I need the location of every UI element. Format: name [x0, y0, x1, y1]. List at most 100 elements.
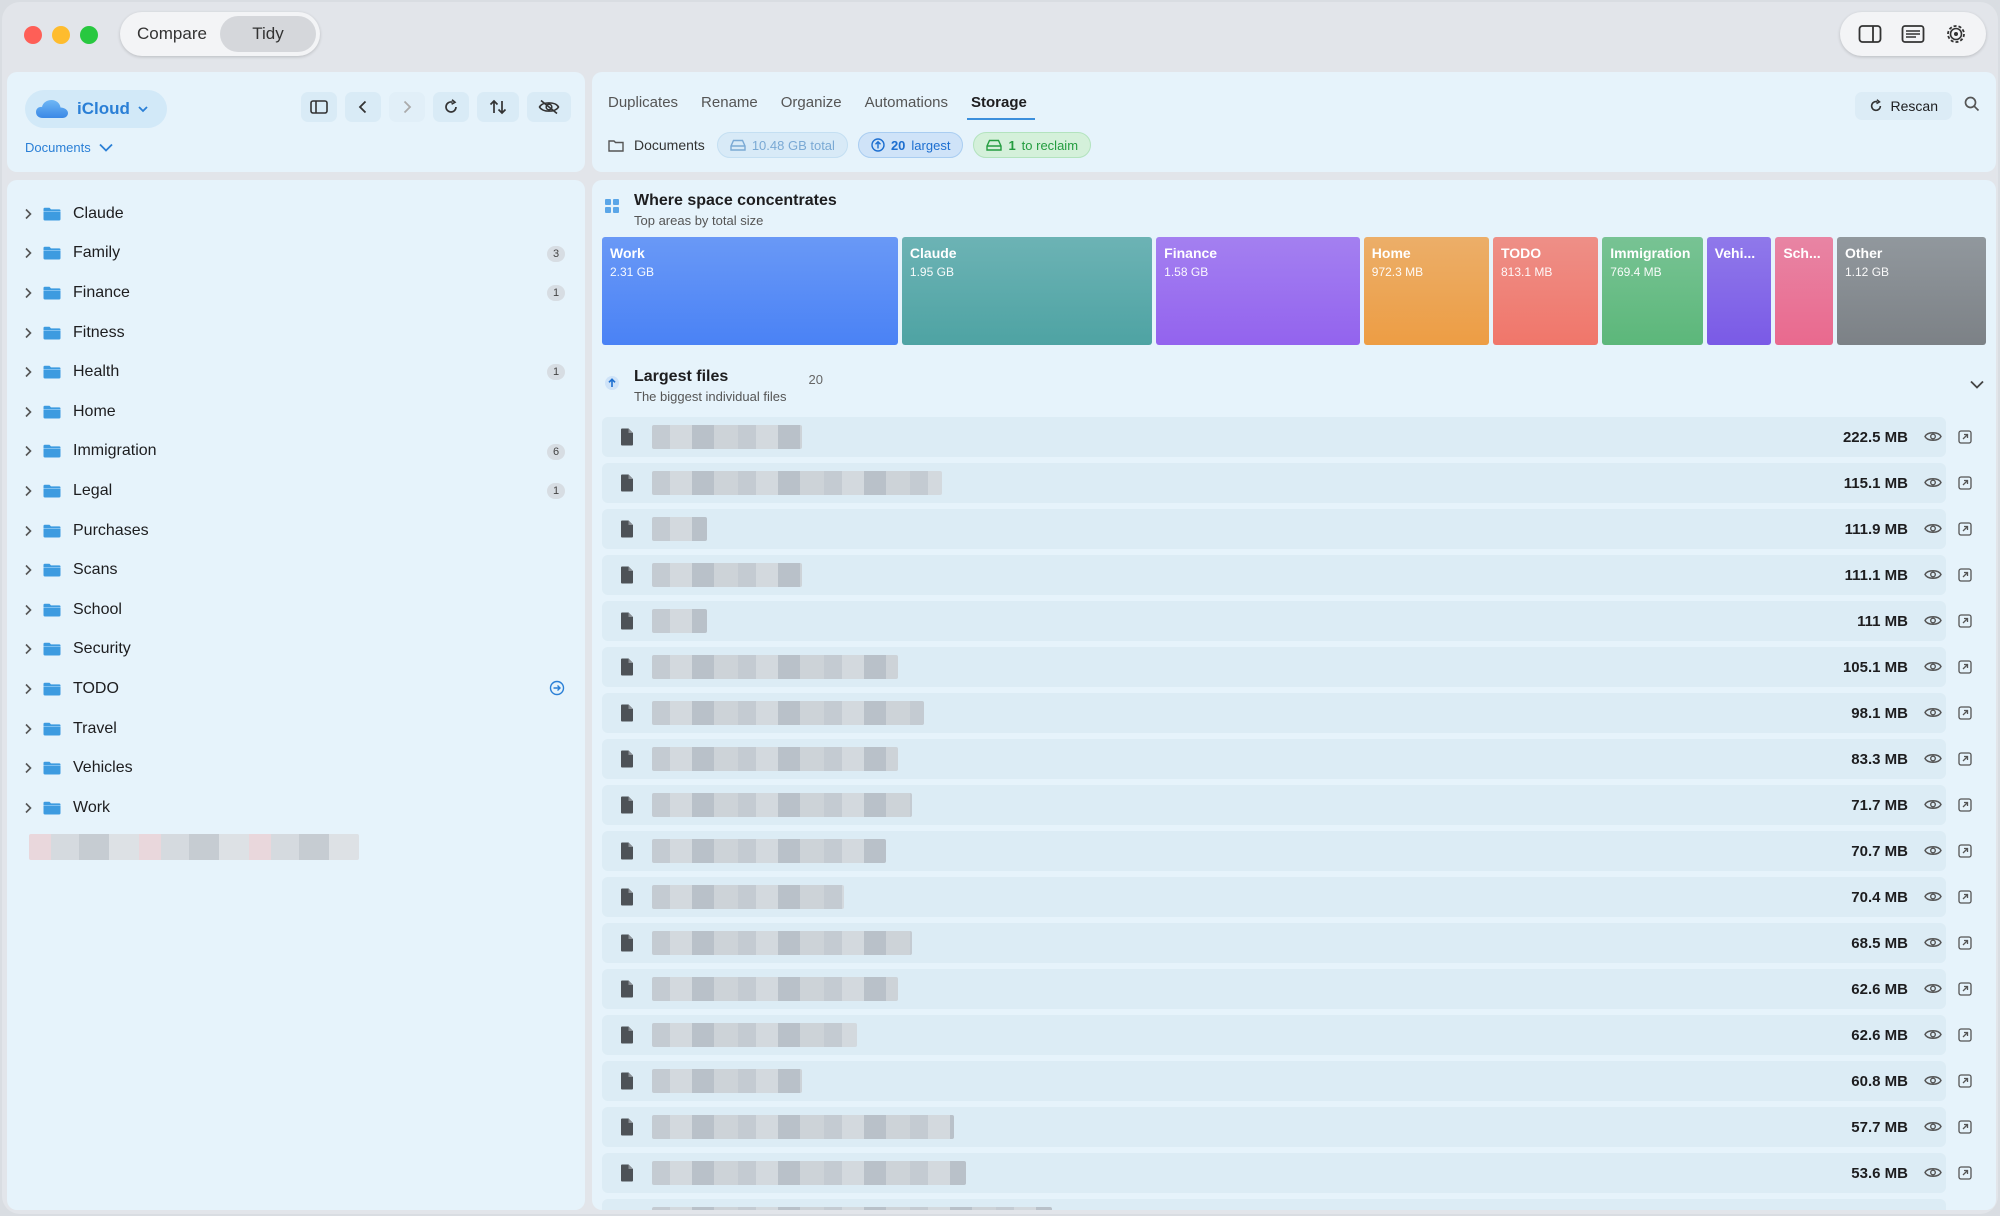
file-row[interactable]: 53.6 MB — [602, 1150, 1986, 1196]
reclaim-chip[interactable]: 1 to reclaim — [973, 132, 1092, 158]
reveal-in-finder-icon[interactable] — [1958, 1074, 1972, 1093]
chevron-right-icon[interactable] — [21, 445, 35, 457]
tidy-mode-button[interactable]: Tidy — [220, 16, 316, 52]
file-row[interactable]: 115.1 MB — [602, 460, 1986, 506]
file-row[interactable]: 222.5 MB — [602, 414, 1986, 460]
chevron-right-icon[interactable] — [21, 366, 35, 378]
reveal-in-finder-icon[interactable] — [1958, 844, 1972, 863]
file-row[interactable]: 98.1 MB — [602, 690, 1986, 736]
preview-eye-icon[interactable] — [1924, 1166, 1942, 1184]
refresh-button[interactable] — [433, 92, 469, 122]
forward-button[interactable] — [389, 92, 425, 122]
tab-organize[interactable]: Organize — [781, 94, 842, 111]
source-selector[interactable]: iCloud — [25, 90, 167, 128]
sort-button[interactable] — [477, 92, 519, 122]
total-size-chip[interactable]: 10.48 GB total — [716, 132, 848, 158]
chevron-right-icon[interactable] — [21, 485, 35, 497]
folder-row[interactable]: Legal 1 — [21, 471, 571, 511]
reveal-in-finder-icon[interactable] — [1958, 798, 1972, 817]
preview-eye-icon[interactable] — [1924, 798, 1942, 816]
reveal-in-finder-icon[interactable] — [1958, 982, 1972, 1001]
tab-automations[interactable]: Automations — [865, 94, 948, 111]
preview-eye-icon[interactable] — [1924, 890, 1942, 908]
treemap-tile[interactable]: Immigration 769.4 MB — [1602, 237, 1703, 345]
folder-row[interactable]: Travel — [21, 709, 571, 749]
file-row[interactable]: 62.6 MB — [602, 1012, 1986, 1058]
file-row[interactable]: 105.1 MB — [602, 644, 1986, 690]
preview-eye-icon[interactable] — [1924, 1074, 1942, 1092]
treemap-tile[interactable]: TODO 813.1 MB — [1492, 237, 1599, 345]
reveal-in-finder-icon[interactable] — [1958, 706, 1972, 725]
folder-row[interactable]: Family 3 — [21, 234, 571, 274]
folder-row[interactable]: Health 1 — [21, 352, 571, 392]
chevron-right-icon[interactable] — [21, 406, 35, 418]
folder-row[interactable]: Claude — [21, 194, 571, 234]
chevron-right-icon[interactable] — [21, 327, 35, 339]
preview-eye-icon[interactable] — [1924, 706, 1942, 724]
treemap-tile[interactable]: Vehi... — [1706, 237, 1772, 345]
tab-storage[interactable]: Storage — [967, 94, 1035, 120]
chevron-right-icon[interactable] — [21, 287, 35, 299]
collapse-section-button[interactable] — [1970, 376, 1984, 394]
treemap-tile[interactable]: Finance 1.58 GB — [1156, 237, 1360, 345]
file-row[interactable]: 83.3 MB — [602, 736, 1986, 782]
reveal-in-finder-icon[interactable] — [1958, 522, 1972, 541]
reveal-in-finder-icon[interactable] — [1958, 1120, 1972, 1139]
folder-row[interactable]: Immigration 6 — [21, 432, 571, 472]
folder-row[interactable]: Scans — [21, 550, 571, 590]
file-row[interactable]: 111.1 MB — [602, 552, 1986, 598]
folder-row[interactable]: Work — [21, 788, 571, 828]
preview-eye-icon[interactable] — [1924, 936, 1942, 954]
folder-row[interactable]: Security — [21, 630, 571, 670]
chevron-right-icon[interactable] — [21, 525, 35, 537]
reveal-in-finder-icon[interactable] — [1958, 568, 1972, 587]
file-row[interactable]: 57.7 MB — [602, 1104, 1986, 1150]
folder-row[interactable]: Purchases — [21, 511, 571, 551]
preview-eye-icon[interactable] — [1924, 476, 1942, 494]
tab-duplicates[interactable]: Duplicates — [608, 94, 678, 111]
chevron-right-icon[interactable] — [21, 683, 35, 695]
chevron-right-icon[interactable] — [21, 643, 35, 655]
toggle-sidebar-button[interactable] — [301, 92, 337, 122]
reveal-in-finder-icon[interactable] — [1958, 1028, 1972, 1047]
treemap-tile[interactable]: Claude 1.95 GB — [901, 237, 1153, 345]
file-row[interactable]: 111 MB — [602, 598, 1986, 644]
back-button[interactable] — [345, 92, 381, 122]
preview-eye-icon[interactable] — [1924, 844, 1942, 862]
folder-row[interactable]: Fitness — [21, 313, 571, 353]
compare-mode-button[interactable]: Compare — [124, 16, 220, 52]
preview-eye-icon[interactable] — [1924, 430, 1942, 448]
arrow-right-circle-icon[interactable] — [549, 680, 565, 701]
file-row[interactable]: 71.7 MB — [602, 782, 1986, 828]
chevron-right-icon[interactable] — [21, 802, 35, 814]
chevron-right-icon[interactable] — [21, 604, 35, 616]
chevron-right-icon[interactable] — [21, 564, 35, 576]
visibility-toggle-button[interactable] — [527, 92, 571, 122]
preview-eye-icon[interactable] — [1924, 522, 1942, 540]
file-row[interactable]: 70.4 MB — [602, 874, 1986, 920]
zoom-window-button[interactable] — [80, 26, 98, 44]
file-row[interactable] — [602, 1196, 1986, 1210]
preview-eye-icon[interactable] — [1924, 660, 1942, 678]
chevron-right-icon[interactable] — [21, 208, 35, 220]
reveal-in-finder-icon[interactable] — [1958, 1166, 1972, 1185]
reveal-in-finder-icon[interactable] — [1958, 890, 1972, 909]
reveal-in-finder-icon[interactable] — [1958, 936, 1972, 955]
inspector-list-icon[interactable] — [1899, 20, 1927, 48]
preview-eye-icon[interactable] — [1924, 752, 1942, 770]
sidebar-toggle-icon[interactable] — [1856, 20, 1884, 48]
reveal-in-finder-icon[interactable] — [1958, 476, 1972, 495]
preview-eye-icon[interactable] — [1924, 1120, 1942, 1138]
largest-files-chip[interactable]: 20 largest — [857, 132, 964, 158]
search-button[interactable] — [1964, 96, 1980, 117]
preview-eye-icon[interactable] — [1924, 614, 1942, 632]
folder-row[interactable]: TODO — [21, 669, 571, 709]
chevron-right-icon[interactable] — [21, 247, 35, 259]
rescan-button[interactable]: Rescan — [1854, 92, 1952, 120]
folder-row[interactable]: Vehicles — [21, 748, 571, 788]
reveal-in-finder-icon[interactable] — [1958, 430, 1972, 449]
preview-eye-icon[interactable] — [1924, 568, 1942, 586]
folder-row[interactable]: Finance 1 — [21, 273, 571, 313]
settings-gear-icon[interactable] — [1942, 20, 1970, 48]
treemap-tile[interactable]: Other 1.12 GB — [1837, 237, 1987, 345]
